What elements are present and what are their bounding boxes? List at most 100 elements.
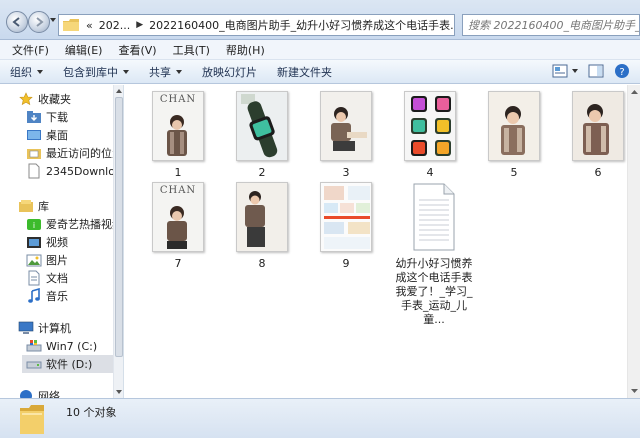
svg-text:?: ? bbox=[619, 67, 624, 78]
breadcrumb-current[interactable]: 2022160400_电商图片助手_幼升小好习惯养成这个电话手表... bbox=[146, 17, 454, 33]
preview-pane-button[interactable] bbox=[588, 63, 604, 79]
file-item[interactable]: 6 bbox=[560, 91, 636, 180]
file-item[interactable]: 5 bbox=[476, 91, 552, 180]
file-name: 1 bbox=[174, 166, 182, 179]
file-item[interactable]: 9 bbox=[308, 182, 384, 271]
windows-drive-icon bbox=[26, 338, 42, 354]
nav-favorites[interactable]: 收藏夹 bbox=[18, 90, 123, 108]
nav-item-label: 下载 bbox=[46, 111, 68, 124]
nav-scrollbar[interactable] bbox=[113, 85, 123, 398]
nav-item-label: 最近访问的位置 bbox=[46, 147, 123, 160]
nav-item-desktop[interactable]: 桌面 bbox=[26, 126, 123, 144]
nav-scroll-thumb[interactable] bbox=[115, 97, 123, 357]
nav-network-label: 网络 bbox=[38, 390, 60, 398]
forward-button[interactable] bbox=[28, 11, 50, 33]
image-thumbnail bbox=[236, 182, 288, 252]
preview-pane-icon bbox=[588, 64, 604, 78]
breadcrumb-separator-icon[interactable]: ▶ bbox=[133, 20, 146, 30]
view-options-dropdown[interactable] bbox=[572, 69, 578, 73]
include-in-library-button[interactable]: 包含到库中 bbox=[63, 64, 129, 80]
nav-item-label: 视频 bbox=[46, 236, 68, 249]
menu-edit[interactable]: 编辑(E) bbox=[57, 42, 111, 58]
view-icon bbox=[552, 64, 568, 78]
nav-item-documents[interactable]: 文档 bbox=[26, 269, 123, 287]
file-item[interactable]: CHAN 7 bbox=[140, 182, 216, 271]
nav-item-label: 爱奇艺热播视频 bbox=[46, 218, 123, 231]
nav-item-downloads[interactable]: 下载 bbox=[26, 108, 123, 126]
nav-computer-label: 计算机 bbox=[38, 322, 71, 335]
menu-tools[interactable]: 工具(T) bbox=[165, 42, 218, 58]
scroll-down-arrow-icon[interactable] bbox=[115, 388, 123, 396]
folder-icon bbox=[63, 19, 79, 31]
nav-item-recent-places[interactable]: 最近访问的位置 bbox=[26, 144, 123, 162]
organize-button[interactable]: 组织 bbox=[10, 64, 43, 80]
scroll-up-arrow-icon[interactable] bbox=[115, 87, 123, 95]
desktop-icon bbox=[26, 127, 42, 143]
image-thumbnail bbox=[236, 91, 288, 161]
nav-item-drive-c[interactable]: Win7 (C:) bbox=[26, 337, 123, 355]
address-path[interactable]: « 202... ▶ 2022160400_电商图片助手_幼升小好习惯养成这个电… bbox=[58, 14, 455, 36]
file-list: CHAN 1 2 3 4 5 6 CHAN 7 8 9 幼升小好习惯养 成这个电… bbox=[124, 85, 640, 398]
file-item[interactable]: 幼升小好习惯养 成这个电话手表 我爱了！_学习_ 手表_运动_儿童... bbox=[392, 182, 476, 327]
image-thumbnail: CHAN bbox=[152, 182, 204, 252]
content-scrollbar[interactable] bbox=[627, 85, 640, 398]
recent-pages-dropdown[interactable] bbox=[50, 18, 56, 22]
file-icon bbox=[26, 163, 42, 179]
back-arrow-icon bbox=[12, 17, 20, 27]
image-thumbnail: CHAN bbox=[152, 91, 204, 161]
scroll-down-arrow-icon[interactable] bbox=[630, 386, 639, 395]
recent-places-icon bbox=[26, 145, 42, 161]
nav-item-iqiyi-videos[interactable]: i 爱奇艺热播视频 bbox=[26, 215, 123, 233]
nav-item-label: Win7 (C:) bbox=[46, 339, 98, 353]
nav-item-2345download[interactable]: 2345Download- bbox=[26, 162, 123, 180]
file-item[interactable]: 4 bbox=[392, 91, 468, 180]
nav-item-pictures[interactable]: 图片 bbox=[26, 251, 123, 269]
scroll-up-arrow-icon[interactable] bbox=[630, 88, 639, 97]
kid-photo-icon bbox=[331, 107, 367, 151]
breadcrumb-parent[interactable]: 202... bbox=[96, 19, 134, 32]
kid-photo-icon bbox=[583, 104, 609, 155]
nav-item-label: 图片 bbox=[46, 254, 68, 267]
file-item[interactable]: 8 bbox=[224, 182, 300, 271]
nav-item-drive-d[interactable]: 软件 (D:) bbox=[22, 355, 114, 373]
file-name-line: 手表_运动_儿童... bbox=[401, 299, 467, 326]
nav-item-music[interactable]: 音乐 bbox=[26, 287, 123, 305]
document-thumbnail bbox=[408, 182, 460, 252]
file-name: 9 bbox=[342, 257, 350, 270]
file-item[interactable]: CHAN 1 bbox=[140, 91, 216, 180]
nav-libraries-label: 库 bbox=[38, 200, 49, 213]
file-name-line: 幼升小好习惯养 bbox=[395, 257, 473, 270]
image-thumbnail bbox=[404, 91, 456, 161]
menu-help[interactable]: 帮助(H) bbox=[218, 42, 273, 58]
iqiyi-library-icon: i bbox=[26, 216, 42, 232]
nav-network[interactable]: 网络 bbox=[18, 387, 123, 398]
search-box[interactable] bbox=[462, 14, 640, 36]
back-button[interactable] bbox=[6, 11, 28, 33]
text-document-icon bbox=[413, 183, 455, 251]
document-library-icon bbox=[26, 270, 42, 286]
folder-icon bbox=[20, 405, 44, 434]
breadcrumb-overflow[interactable]: « bbox=[83, 19, 96, 32]
image-thumbnail bbox=[572, 91, 624, 161]
menu-file[interactable]: 文件(F) bbox=[4, 42, 57, 58]
library-icon bbox=[18, 198, 34, 214]
address-bar: « 202... ▶ 2022160400_电商图片助手_幼升小好习惯养成这个电… bbox=[0, 0, 640, 40]
navigation-pane: 收藏夹 下载 桌面 最近访问的位置 2345Download- 库 i 爱奇艺热… bbox=[0, 85, 124, 398]
star-icon bbox=[18, 91, 34, 107]
nav-computer[interactable]: 计算机 bbox=[18, 319, 123, 337]
share-button[interactable]: 共享 bbox=[149, 64, 182, 80]
menu-view[interactable]: 查看(V) bbox=[110, 42, 164, 58]
search-input[interactable] bbox=[463, 18, 639, 32]
help-button[interactable]: ? bbox=[614, 63, 630, 79]
new-folder-button[interactable]: 新建文件夹 bbox=[277, 64, 332, 80]
file-name: 6 bbox=[594, 166, 602, 179]
nav-item-videos[interactable]: 视频 bbox=[26, 233, 123, 251]
file-item[interactable]: 3 bbox=[308, 91, 384, 180]
file-name: 4 bbox=[426, 166, 434, 179]
change-view-button[interactable] bbox=[552, 63, 568, 79]
file-item[interactable]: 2 bbox=[224, 91, 300, 180]
slideshow-button[interactable]: 放映幻灯片 bbox=[202, 64, 257, 80]
nav-libraries[interactable]: 库 bbox=[18, 197, 123, 215]
music-library-icon bbox=[26, 288, 42, 304]
item-count: 10 个对象 bbox=[66, 406, 117, 419]
